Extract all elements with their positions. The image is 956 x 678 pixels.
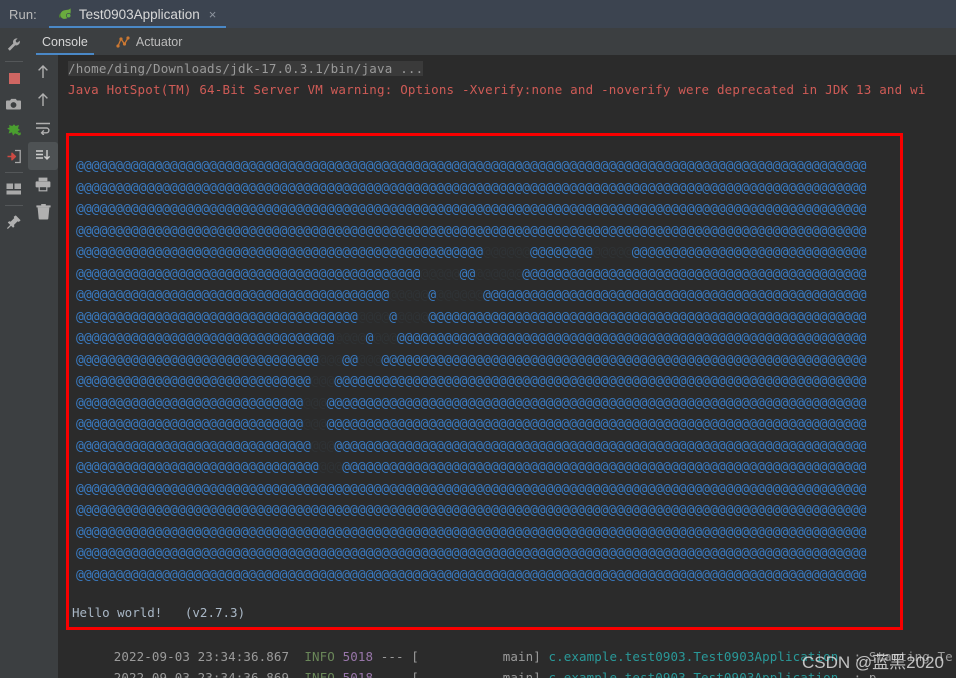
hello-world-line: Hello world! (v2.7.3) bbox=[72, 605, 246, 620]
log-timestamp: 2022-09-03 23:34:36.869 bbox=[113, 670, 290, 678]
log-level: INFO bbox=[304, 670, 335, 678]
debug-bug-icon[interactable] bbox=[0, 117, 28, 143]
tab-actuator[interactable]: Actuator bbox=[102, 28, 197, 55]
java-command-line: /home/ding/Downloads/jdk-17.0.3.1/bin/ja… bbox=[68, 61, 424, 76]
settings-wrench-icon[interactable] bbox=[0, 32, 28, 58]
layout-icon[interactable] bbox=[0, 176, 28, 202]
console-output-panel[interactable]: /home/ding/Downloads/jdk-17.0.3.1/bin/ja… bbox=[58, 55, 956, 678]
log-thread: [ main] bbox=[411, 670, 541, 678]
spring-leaf-icon bbox=[57, 6, 73, 22]
log-message: : p bbox=[838, 670, 877, 678]
toolbar-divider bbox=[5, 61, 23, 62]
pin-icon[interactable] bbox=[0, 209, 28, 235]
actuator-graph-icon bbox=[116, 35, 130, 49]
clear-all-trash-icon[interactable] bbox=[28, 198, 58, 226]
log-logger: c.example.test0903.Test0903Application bbox=[548, 670, 839, 678]
run-window-titlebar: Run: Test0903Application × bbox=[0, 0, 956, 28]
stop-icon[interactable] bbox=[0, 65, 28, 91]
tab-actuator-label: Actuator bbox=[135, 34, 183, 49]
spring-ascii-banner: @@@@@@@@@@@@@@@@@@@@@@@@@@@@@@@@@@@@@@@@… bbox=[76, 159, 867, 583]
prev-occurrence-icon[interactable] bbox=[28, 86, 58, 114]
toolbar-divider-3 bbox=[5, 205, 23, 206]
run-tab-label: Test0903Application bbox=[78, 6, 200, 22]
log-separator: --- bbox=[380, 670, 404, 678]
console-subtab-strip: Console Actuator bbox=[28, 28, 956, 55]
intellij-run-tool-window: Run: Test0903Application × Console Actua… bbox=[0, 0, 956, 678]
run-actions-toolbar bbox=[0, 28, 28, 678]
export-icon[interactable] bbox=[0, 143, 28, 169]
tab-console[interactable]: Console bbox=[28, 28, 102, 55]
toolbar-divider-2 bbox=[5, 172, 23, 173]
console-actions-toolbar bbox=[28, 55, 58, 678]
jvm-warning-line: Java HotSpot(TM) 64-Bit Server VM warnin… bbox=[68, 82, 926, 97]
print-icon[interactable] bbox=[28, 170, 58, 198]
run-label: Run: bbox=[9, 6, 37, 22]
scroll-up-icon[interactable] bbox=[28, 58, 58, 86]
camera-snapshot-icon[interactable] bbox=[0, 91, 28, 117]
log-row: 2022-09-03 23:34:36.869 INFO 5018 --- [ … bbox=[68, 655, 877, 678]
scroll-to-end-icon[interactable] bbox=[28, 142, 58, 170]
tab-console-label: Console bbox=[42, 34, 88, 49]
soft-wrap-icon[interactable] bbox=[28, 114, 58, 142]
run-configuration-tab[interactable]: Test0903Application × bbox=[48, 0, 227, 28]
close-icon[interactable]: × bbox=[209, 8, 217, 21]
log-pid: 5018 bbox=[342, 670, 374, 678]
